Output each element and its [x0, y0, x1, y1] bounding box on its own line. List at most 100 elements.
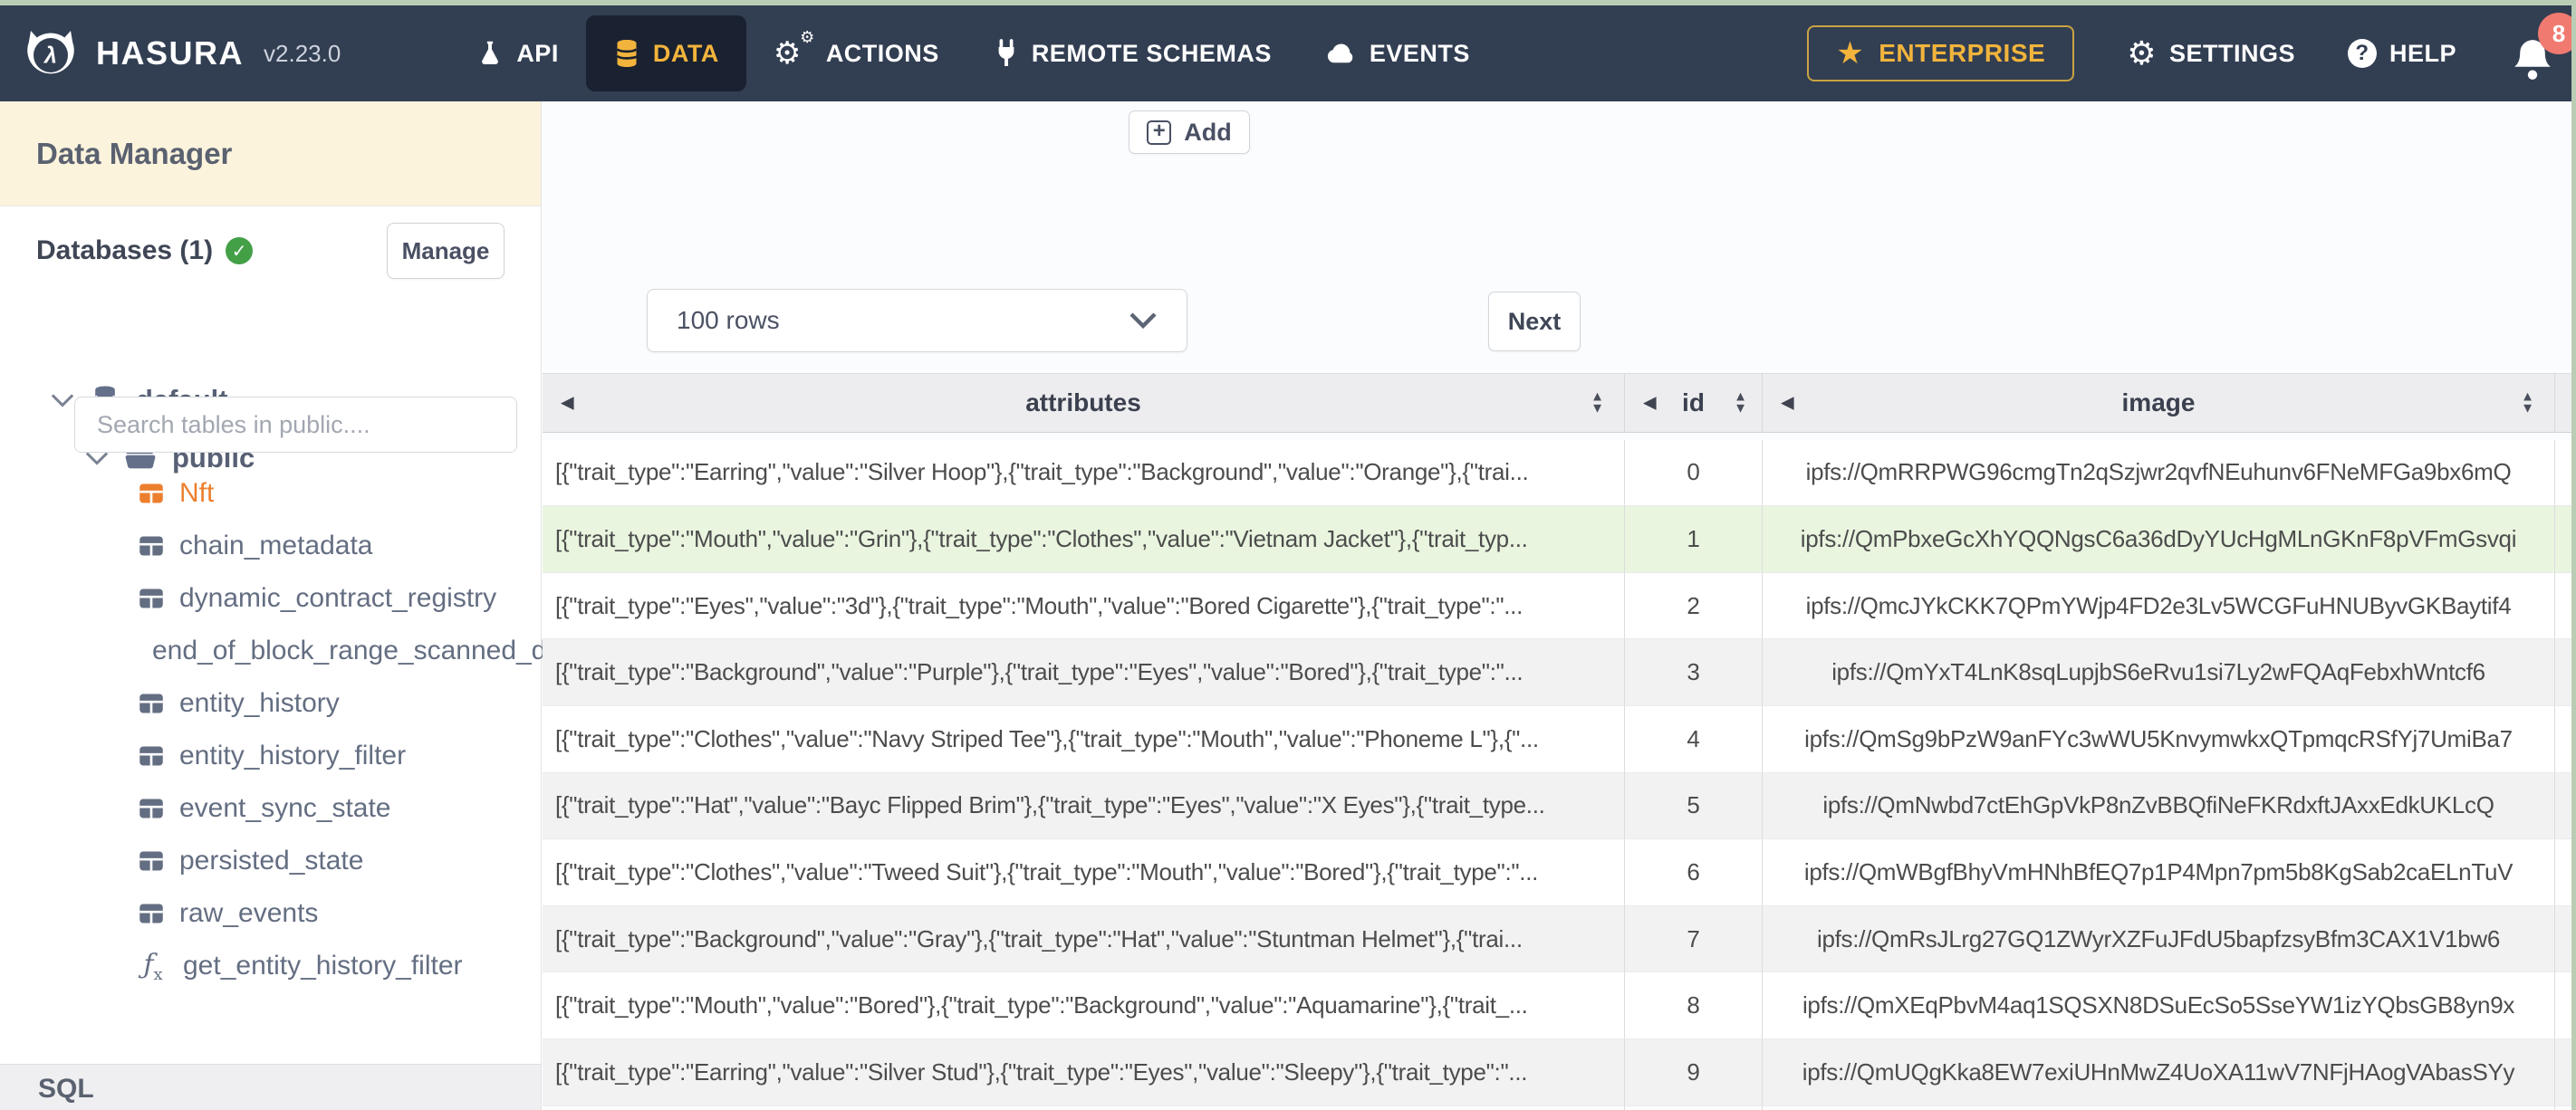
manage-button[interactable]: Manage: [387, 223, 505, 279]
gears-icon: ⚙ ⚙: [773, 28, 815, 71]
cell-partial: [1625, 1105, 1763, 1110]
sql-link[interactable]: SQL: [38, 1074, 94, 1105]
table-name: dynamic_contract_registry: [179, 583, 497, 613]
cloud-icon: [1326, 42, 1357, 65]
cell-image-2: ipfs://QmcJYkCKK7QPmYWjp4FD2e3Lv5WCGFuHN…: [1763, 572, 2555, 640]
table-name: end_of_block_range_scanned_data: [152, 636, 585, 665]
table-icon: [139, 904, 163, 923]
table-icon: [139, 588, 163, 608]
sidebar-table-chain_metadata[interactable]: chain_metadata: [0, 520, 541, 572]
collapse-column-icon[interactable]: ◀: [1643, 393, 1657, 414]
collapse-column-icon[interactable]: ◀: [1781, 393, 1794, 414]
cell-image-8: ipfs://QmXEqPbvM4aq1SQSXN8DSuEcSo5SseYW1…: [1763, 972, 2555, 1039]
hasura-logo[interactable]: λ HASURA v2.23.0: [24, 28, 341, 79]
cell-id-8: 8: [1625, 972, 1763, 1039]
cell-id-6: 6: [1625, 839, 1763, 906]
sort-icon[interactable]: ▲ ▼: [1734, 390, 1747, 416]
screen-capture-border-top: [0, 0, 2576, 5]
table-icon: [139, 694, 163, 713]
cell-id-5: 5: [1625, 772, 1763, 840]
sidebar-footer: SQL: [0, 1064, 541, 1110]
hasura-mascot-icon: λ: [24, 28, 78, 79]
sidebar-table-raw_events[interactable]: raw_events: [0, 887, 541, 940]
cell-image-1: ipfs://QmPbxeGcXhYQQNgsC6a36dDyYUcHgMLnG…: [1763, 506, 2555, 573]
top-nav: λ HASURA v2.23.0 API DATA ⚙ ⚙ ACTIONS RE…: [0, 5, 2576, 101]
cell-image-9: ipfs://QmUQgKka8EW7exiUHnMwZ4UoXA11wV7NF…: [1763, 1038, 2555, 1106]
cell-image-7: ipfs://QmRsJLrg27GQ1ZWyrXZFuJFdU5bapfzsy…: [1763, 905, 2555, 973]
cell-id-3: 3: [1625, 639, 1763, 706]
notifications-button[interactable]: 8: [2509, 13, 2576, 85]
cell-image-0: ipfs://QmRRPWG96cmgTn2qSzjwr2qvfNEuhunv6…: [1763, 439, 2555, 507]
table-icon: [139, 536, 163, 556]
table-icon: [139, 851, 163, 871]
help-icon: ?: [2347, 39, 2377, 68]
nav-tab-events[interactable]: EVENTS: [1299, 15, 1497, 91]
cell-attributes-4: [{"trait_type":"Clothes","value":"Navy S…: [543, 705, 1625, 773]
plug-icon: [994, 39, 1019, 68]
table-icon: [139, 746, 163, 766]
add-row-button[interactable]: + Add: [1129, 110, 1250, 154]
nav-tab-remote-schemas[interactable]: REMOTE SCHEMAS: [966, 15, 1299, 91]
nav-tab-data[interactable]: DATA: [585, 15, 746, 91]
chevron-down-icon[interactable]: [51, 392, 74, 408]
star-icon: ★: [1836, 36, 1865, 71]
nav-settings[interactable]: ⚙ SETTINGS: [2127, 37, 2295, 70]
nav-right: ★ ENTERPRISE ⚙ SETTINGS ? HELP 8: [1807, 13, 2576, 85]
sidebar-header: Data Manager: [0, 101, 541, 206]
next-page-button[interactable]: Next: [1488, 292, 1581, 351]
flask-icon: [476, 39, 504, 68]
table-name: entity_history: [179, 688, 340, 718]
cell-image-5: ipfs://QmNwbd7ctEhGpVkP8nZvBBQfiNeFKRdxf…: [1763, 772, 2555, 840]
table-name: raw_events: [179, 898, 319, 928]
search-input[interactable]: [74, 397, 517, 453]
sidebar-table-persisted_state[interactable]: persisted_state: [0, 835, 541, 887]
hasura-console: λ HASURA v2.23.0 API DATA ⚙ ⚙ ACTIONS RE…: [0, 0, 2576, 1110]
cell-image-6: ipfs://QmWBgfBhyVmHNhBfEQ7p1P4Mpn7pm5b8K…: [1763, 839, 2555, 906]
cell-id-9: 9: [1625, 1038, 1763, 1106]
cell-attributes-1: [{"trait_type":"Mouth","value":"Grin"},{…: [543, 506, 1625, 573]
column-header-id: ◀ id ▲ ▼: [1625, 373, 1763, 433]
cell-attributes-9: [{"trait_type":"Earring","value":"Silver…: [543, 1038, 1625, 1106]
table-icon: [139, 799, 163, 818]
nav-help[interactable]: ? HELP: [2347, 39, 2456, 68]
cell-id-0: 0: [1625, 439, 1763, 507]
table-name: event_sync_state: [179, 793, 391, 823]
cell-image-4: ipfs://QmSg9bPzW9anFYc3wWU5KnvymwkxQTpmq…: [1763, 705, 2555, 773]
nav-tab-api[interactable]: API: [449, 15, 586, 91]
gear-icon: ⚙: [2127, 34, 2157, 72]
table-name: chain_metadata: [179, 531, 373, 560]
sidebar-table-event_sync_state[interactable]: event_sync_state: [0, 782, 541, 835]
cell-attributes-7: [{"trait_type":"Background","value":"Gra…: [543, 905, 1625, 973]
cell-attributes-0: [{"trait_type":"Earring","value":"Silver…: [543, 439, 1625, 507]
cell-attributes-6: [{"trait_type":"Clothes","value":"Tweed …: [543, 839, 1625, 906]
notification-badge: 8: [2538, 13, 2576, 54]
chevron-down-icon: [1129, 311, 1158, 330]
cell-partial: [1763, 1105, 2555, 1110]
table-name: persisted_state: [179, 846, 364, 876]
column-header-attributes: ◀ attributes ▲ ▼: [543, 373, 1625, 433]
data-grid: ◀ attributes ▲▼ ◀ id ▲▼ ◀ image ▲▼ ◀ [{"…: [543, 373, 2576, 1110]
nav-tab-actions[interactable]: ⚙ ⚙ ACTIONS: [746, 15, 966, 91]
sidebar-table-entity_history[interactable]: entity_history: [0, 677, 541, 730]
cell-id-2: 2: [1625, 572, 1763, 640]
sidebar-table-Nft[interactable]: Nft: [0, 467, 541, 520]
databases-label: Databases (1): [36, 235, 214, 265]
enterprise-button[interactable]: ★ ENTERPRISE: [1807, 25, 2075, 81]
sidebar-table-entity_history_filter[interactable]: entity_history_filter: [0, 730, 541, 782]
plus-square-icon: +: [1147, 120, 1172, 145]
sort-icon[interactable]: ▲ ▼: [1591, 390, 1604, 416]
sidebar: Data Manager Databases (1) ✓ Manage defa…: [0, 101, 584, 1110]
rows-per-page-select[interactable]: 100 rows: [647, 289, 1187, 352]
table-name: entity_history_filter: [179, 741, 407, 770]
cell-attributes-8: [{"trait_type":"Mouth","value":"Bored"},…: [543, 972, 1625, 1039]
column-header-image: ◀ image ▲ ▼: [1763, 373, 2555, 433]
sidebar-table-dynamic_contract_registry[interactable]: dynamic_contract_registry: [0, 572, 541, 625]
sort-icon[interactable]: ▲ ▼: [2521, 390, 2534, 416]
databases-row: Databases (1) ✓ Manage: [0, 221, 541, 281]
cell-id-7: 7: [1625, 905, 1763, 973]
screen-capture-border-right: [2571, 0, 2576, 1110]
collapse-column-icon[interactable]: ◀: [561, 393, 574, 414]
sidebar-table-end_of_block_range_scanned_data[interactable]: end_of_block_range_scanned_data: [0, 625, 584, 677]
sidebar-table-get_entity_history_filter[interactable]: ƒx get_entity_history_filter: [0, 940, 541, 992]
cell-id-4: 4: [1625, 705, 1763, 773]
